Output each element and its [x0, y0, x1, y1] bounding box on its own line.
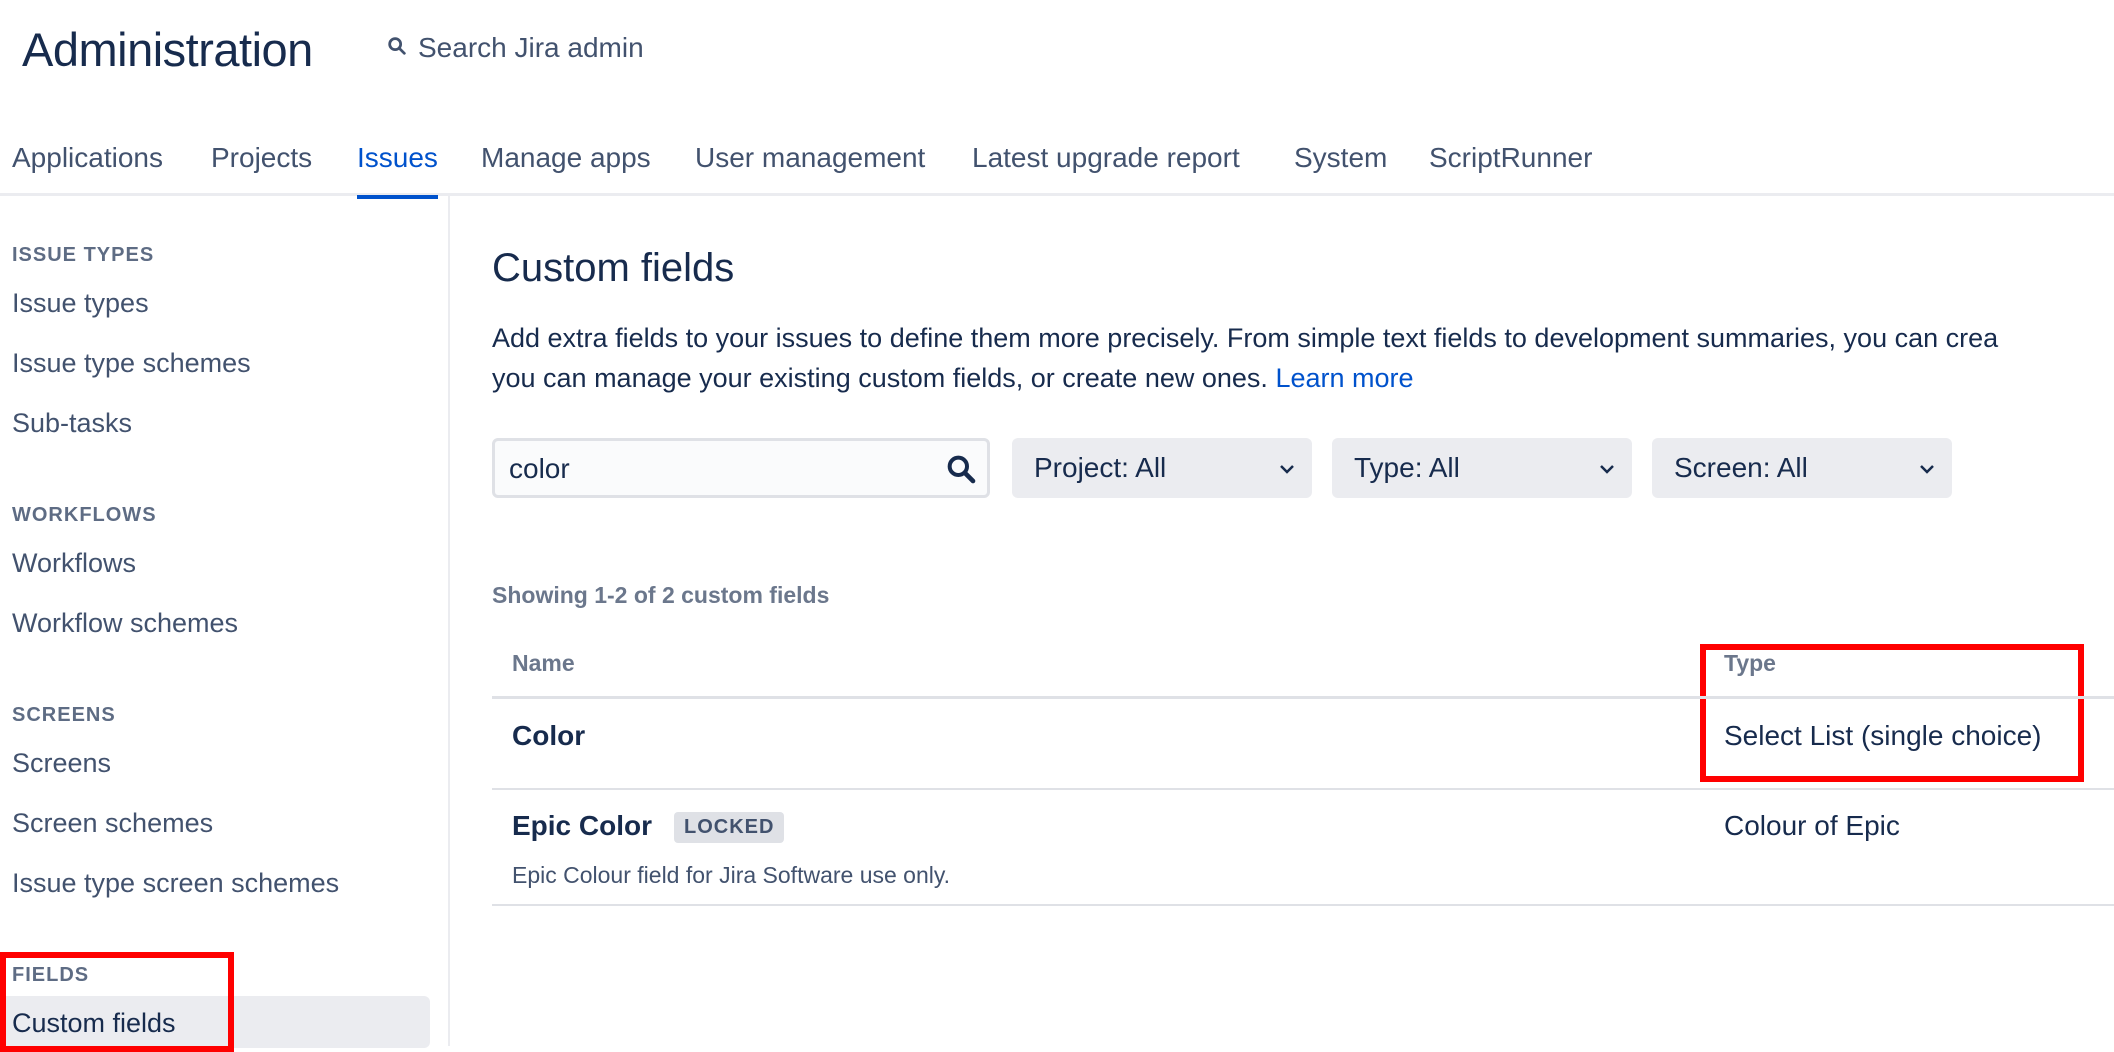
tab-user-management[interactable]: User management	[695, 142, 925, 196]
sidebar-item-workflows[interactable]: Workflows	[12, 548, 136, 579]
results-count: Showing 1-2 of 2 custom fields	[492, 582, 830, 608]
sidebar-item-workflow-schemes[interactable]: Workflow schemes	[12, 608, 238, 639]
type-filter-dropdown[interactable]: Type: All	[1332, 438, 1632, 498]
main-content: Custom fields Add extra fields to your i…	[492, 196, 2114, 1046]
row-divider	[492, 788, 2114, 790]
search-input[interactable]	[507, 449, 927, 489]
sidebar-item-issue-type-schemes[interactable]: Issue type schemes	[12, 348, 251, 379]
chevron-down-icon	[1278, 460, 1296, 478]
field-type-epic-color: Colour of Epic	[1724, 810, 1900, 841]
description-line-2: you can manage your existing custom fiel…	[492, 358, 2114, 398]
description-line-1: Add extra fields to your issues to defin…	[492, 323, 1999, 353]
sidebar-heading-screens: SCREENS	[12, 704, 116, 726]
sidebar-item-issue-type-screen-schemes[interactable]: Issue type screen schemes	[12, 868, 339, 899]
sidebar-item-issue-types[interactable]: Issue types	[12, 288, 149, 319]
custom-field-search[interactable]	[492, 438, 990, 498]
column-header-name[interactable]: Name	[512, 650, 575, 677]
screen-filter-dropdown[interactable]: Screen: All	[1652, 438, 1952, 498]
header-divider	[492, 696, 2114, 699]
field-description-epic-color: Epic Colour field for Jira Software use …	[512, 862, 951, 888]
tab-applications[interactable]: Applications	[12, 142, 163, 196]
description-line-2-text: you can manage your existing custom fiel…	[492, 363, 1268, 393]
top-header: Administration Search Jira admin	[0, 0, 2114, 100]
sidebar-item-custom-fields[interactable]: Custom fields	[12, 1008, 176, 1039]
field-type-color: Select List (single choice)	[1724, 720, 2042, 751]
admin-nav-tabs: Applications Projects Issues Manage apps…	[0, 132, 2114, 199]
locked-badge: LOCKED	[674, 812, 785, 843]
search-admin-link[interactable]: Search Jira admin	[386, 32, 644, 64]
page-heading: Administration	[22, 23, 313, 76]
tab-scriptrunner[interactable]: ScriptRunner	[1429, 142, 1592, 196]
search-icon[interactable]	[945, 453, 977, 485]
chevron-down-icon	[1918, 460, 1936, 478]
project-filter-dropdown[interactable]: Project: All	[1012, 438, 1312, 498]
screen-filter-label: Screen: All	[1674, 452, 1808, 483]
tab-projects[interactable]: Projects	[211, 142, 312, 196]
chevron-down-icon	[1598, 460, 1616, 478]
page-description: Add extra fields to your issues to defin…	[492, 318, 2114, 398]
sidebar-item-sub-tasks[interactable]: Sub-tasks	[12, 408, 132, 439]
type-filter-label: Type: All	[1354, 452, 1460, 483]
search-admin-label: Search Jira admin	[418, 32, 644, 63]
tab-issues[interactable]: Issues	[357, 142, 438, 199]
field-name-color[interactable]: Color	[512, 720, 585, 752]
learn-more-link[interactable]: Learn more	[1275, 363, 1413, 393]
tab-latest-upgrade-report[interactable]: Latest upgrade report	[972, 142, 1240, 196]
page-title: Custom fields	[492, 246, 735, 290]
row-divider	[492, 904, 2114, 906]
field-name-epic-color[interactable]: Epic Color	[512, 810, 652, 842]
sidebar-item-screens[interactable]: Screens	[12, 748, 111, 779]
search-icon	[386, 32, 408, 64]
sidebar-heading-workflows: WORKFLOWS	[12, 504, 157, 526]
filter-row: Project: All Type: All Screen: All	[492, 438, 2114, 498]
sidebar-item-screen-schemes[interactable]: Screen schemes	[12, 808, 213, 839]
tab-manage-apps[interactable]: Manage apps	[481, 142, 651, 196]
sidebar-heading-issue-types: ISSUE TYPES	[12, 244, 155, 266]
admin-sidebar: ISSUE TYPES Issue types Issue type schem…	[0, 196, 450, 1048]
sidebar-heading-fields: FIELDS	[12, 964, 90, 986]
tab-system[interactable]: System	[1294, 142, 1387, 196]
project-filter-label: Project: All	[1034, 452, 1167, 483]
column-header-type: Type	[1724, 650, 1776, 676]
